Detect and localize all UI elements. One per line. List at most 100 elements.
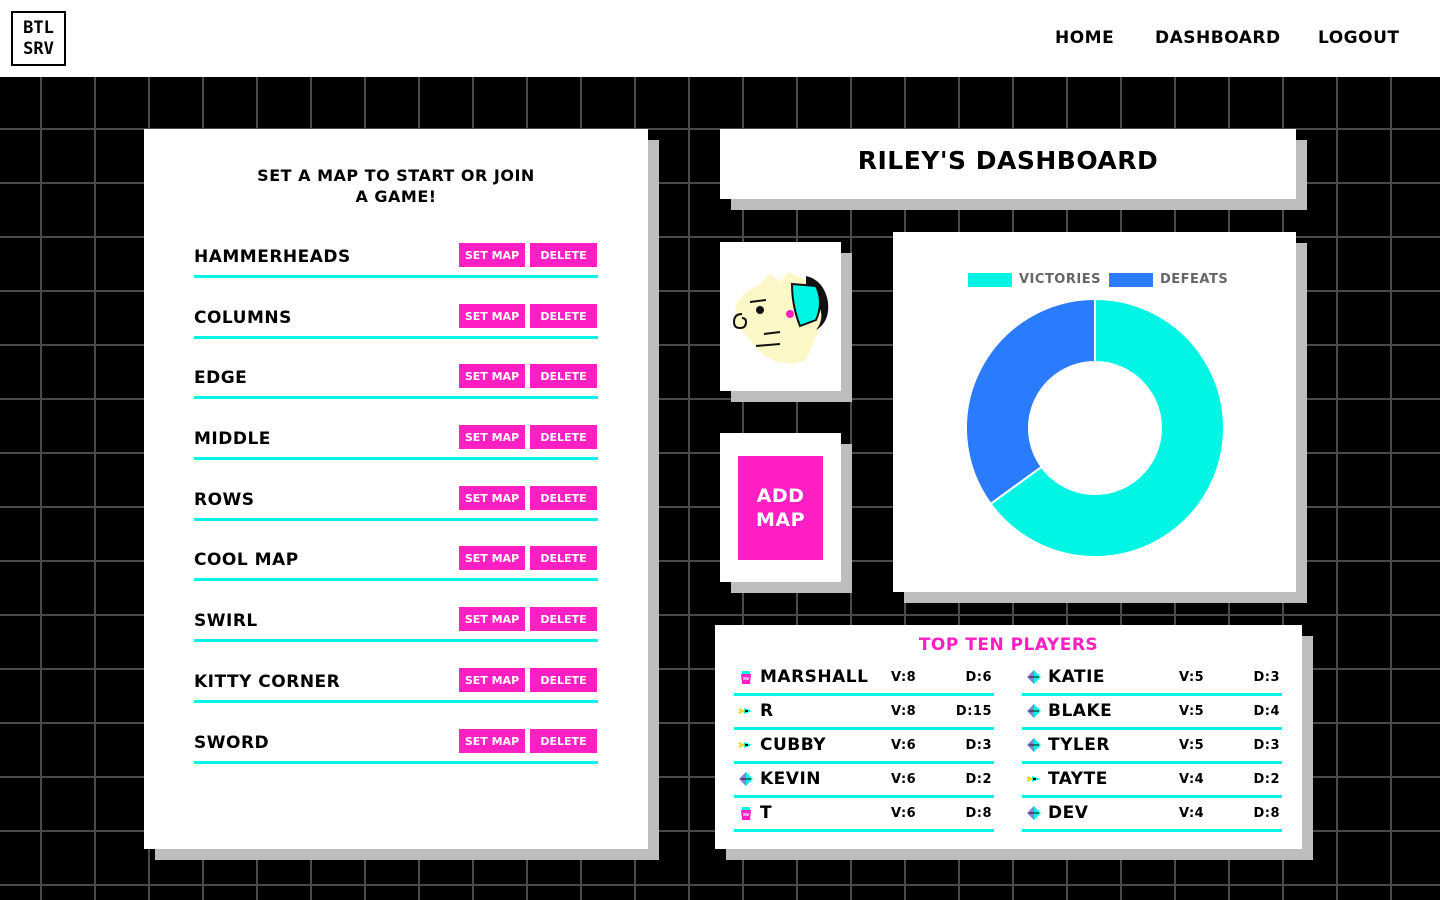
set-map-button[interactable]: SET MAP [459, 607, 525, 631]
player-defeats: D:2 [965, 772, 992, 787]
set-map-button[interactable]: SET MAP [459, 546, 525, 570]
top-players-card: TOP TEN PLAYERS MARSHALL V:8 D:6 KATIE V:5 D:… [715, 625, 1302, 849]
player-victories: V:5 [1179, 704, 1205, 719]
set-map-button[interactable]: SET MAP [459, 364, 525, 388]
maps-title-line-2: A GAME! [355, 187, 437, 206]
player-name: R [760, 701, 774, 721]
nav-logout-link[interactable]: LOGOUT [1318, 28, 1399, 48]
delete-map-button[interactable]: DELETE [530, 729, 597, 753]
delete-map-button[interactable]: DELETE [530, 668, 597, 692]
avatar-face-icon [732, 272, 829, 364]
player-victories: V:8 [891, 704, 917, 719]
set-map-button[interactable]: SET MAP [459, 668, 525, 692]
add-map-line-1: ADD [756, 485, 805, 507]
pink-cup-icon [738, 805, 754, 821]
map-row: HAMMERHEADS SET MAP DELETE [194, 243, 598, 278]
player-defeats: D:3 [1253, 670, 1280, 685]
map-name: COLUMNS [194, 308, 292, 328]
set-map-button[interactable]: SET MAP [459, 425, 525, 449]
player-defeats: D:8 [1253, 806, 1280, 821]
player-victories: V:6 [891, 738, 917, 753]
delete-map-button[interactable]: DELETE [530, 607, 597, 631]
player-row: TAYTE V:4 D:2 [1022, 764, 1282, 798]
victories-defeats-chart-card: VICTORIES DEFEATS [893, 232, 1296, 592]
player-defeats: D:8 [965, 806, 992, 821]
map-name: SWORD [194, 733, 270, 753]
player-victories: V:5 [1179, 670, 1205, 685]
player-victories: V:6 [891, 772, 917, 787]
add-map-line-2: MAP [755, 509, 806, 531]
delete-map-button[interactable]: DELETE [530, 364, 597, 388]
donut-slice-defeats[interactable] [965, 297, 1096, 506]
player-name: BLAKE [1048, 701, 1113, 721]
player-row: CUBBY V:6 D:3 [734, 730, 994, 764]
player-row: T V:6 D:8 [734, 798, 994, 832]
player-victories: V:6 [891, 806, 917, 821]
map-name: HAMMERHEADS [194, 247, 351, 267]
rocket-icon [1026, 771, 1042, 787]
set-map-button[interactable]: SET MAP [459, 243, 525, 267]
player-defeats: D:6 [965, 670, 992, 685]
avatar-card [720, 242, 841, 391]
logo-line-1: BTL [23, 17, 54, 38]
top-players-title: TOP TEN PLAYERS [918, 635, 1099, 655]
player-name: KATIE [1048, 667, 1106, 687]
player-victories: V:4 [1179, 772, 1205, 787]
player-name: TAYTE [1048, 769, 1108, 789]
map-row: SWORD SET MAP DELETE [194, 729, 598, 764]
dashboard-title: RILEY'S DASHBOARD [857, 146, 1159, 175]
maps-panel-title: SET A MAP TO START OR JOIN A GAME! [144, 165, 648, 207]
map-row: ROWS SET MAP DELETE [194, 486, 598, 521]
donut-chart [965, 297, 1225, 558]
nav-dashboard-link[interactable]: DASHBOARD [1155, 28, 1281, 48]
maps-title-line-1: SET A MAP TO START OR JOIN [257, 166, 535, 185]
add-map-button[interactable]: ADD MAP [738, 456, 823, 560]
map-row: SWIRL SET MAP DELETE [194, 607, 598, 642]
logo-line-2: SRV [23, 38, 54, 59]
set-map-button[interactable]: SET MAP [459, 486, 525, 510]
player-row: TYLER V:5 D:3 [1022, 730, 1282, 764]
map-name: SWIRL [194, 611, 258, 631]
player-row: KATIE V:5 D:3 [1022, 662, 1282, 696]
player-name: KEVIN [760, 769, 821, 789]
set-map-button[interactable]: SET MAP [459, 304, 525, 328]
add-map-card: ADD MAP [720, 433, 841, 582]
delete-map-button[interactable]: DELETE [530, 304, 597, 328]
player-defeats: D:2 [1253, 772, 1280, 787]
player-row: BLAKE V:5 D:4 [1022, 696, 1282, 730]
player-defeats: D:3 [965, 738, 992, 753]
delete-map-button[interactable]: DELETE [530, 243, 597, 267]
map-name: ROWS [194, 490, 255, 510]
player-name: MARSHALL [760, 667, 869, 687]
map-name: COOL MAP [194, 550, 299, 570]
map-row: MIDDLE SET MAP DELETE [194, 425, 598, 460]
cyan-gem-icon [1026, 805, 1042, 821]
set-map-button[interactable]: SET MAP [459, 729, 525, 753]
avatar [732, 272, 829, 364]
rocket-icon [738, 703, 754, 719]
delete-map-button[interactable]: DELETE [530, 486, 597, 510]
player-name: TYLER [1048, 735, 1110, 755]
player-victories: V:4 [1179, 806, 1205, 821]
map-name: EDGE [194, 368, 248, 388]
player-row: KEVIN V:6 D:2 [734, 764, 994, 798]
nav-home-link[interactable]: HOME [1055, 28, 1114, 48]
map-row: COLUMNS SET MAP DELETE [194, 304, 598, 339]
map-row: KITTY CORNER SET MAP DELETE [194, 668, 598, 703]
player-row: MARSHALL V:8 D:6 [734, 662, 994, 696]
player-defeats: D:15 [955, 704, 992, 719]
top-nav-bar: BTL SRV HOME DASHBOARD LOGOUT [0, 0, 1440, 77]
dashboard-title-card: RILEY'S DASHBOARD [720, 129, 1296, 199]
maps-panel: SET A MAP TO START OR JOIN A GAME! HAMME… [144, 129, 648, 849]
player-row: DEV V:4 D:8 [1022, 798, 1282, 832]
cyan-gem-icon [1026, 737, 1042, 753]
pink-cup-icon [738, 669, 754, 685]
delete-map-button[interactable]: DELETE [530, 546, 597, 570]
cyan-gem-icon [1026, 703, 1042, 719]
logo[interactable]: BTL SRV [11, 11, 66, 66]
player-defeats: D:4 [1253, 704, 1280, 719]
cyan-gem-icon [1026, 669, 1042, 685]
player-victories: V:8 [891, 670, 917, 685]
player-victories: V:5 [1179, 738, 1205, 753]
delete-map-button[interactable]: DELETE [530, 425, 597, 449]
